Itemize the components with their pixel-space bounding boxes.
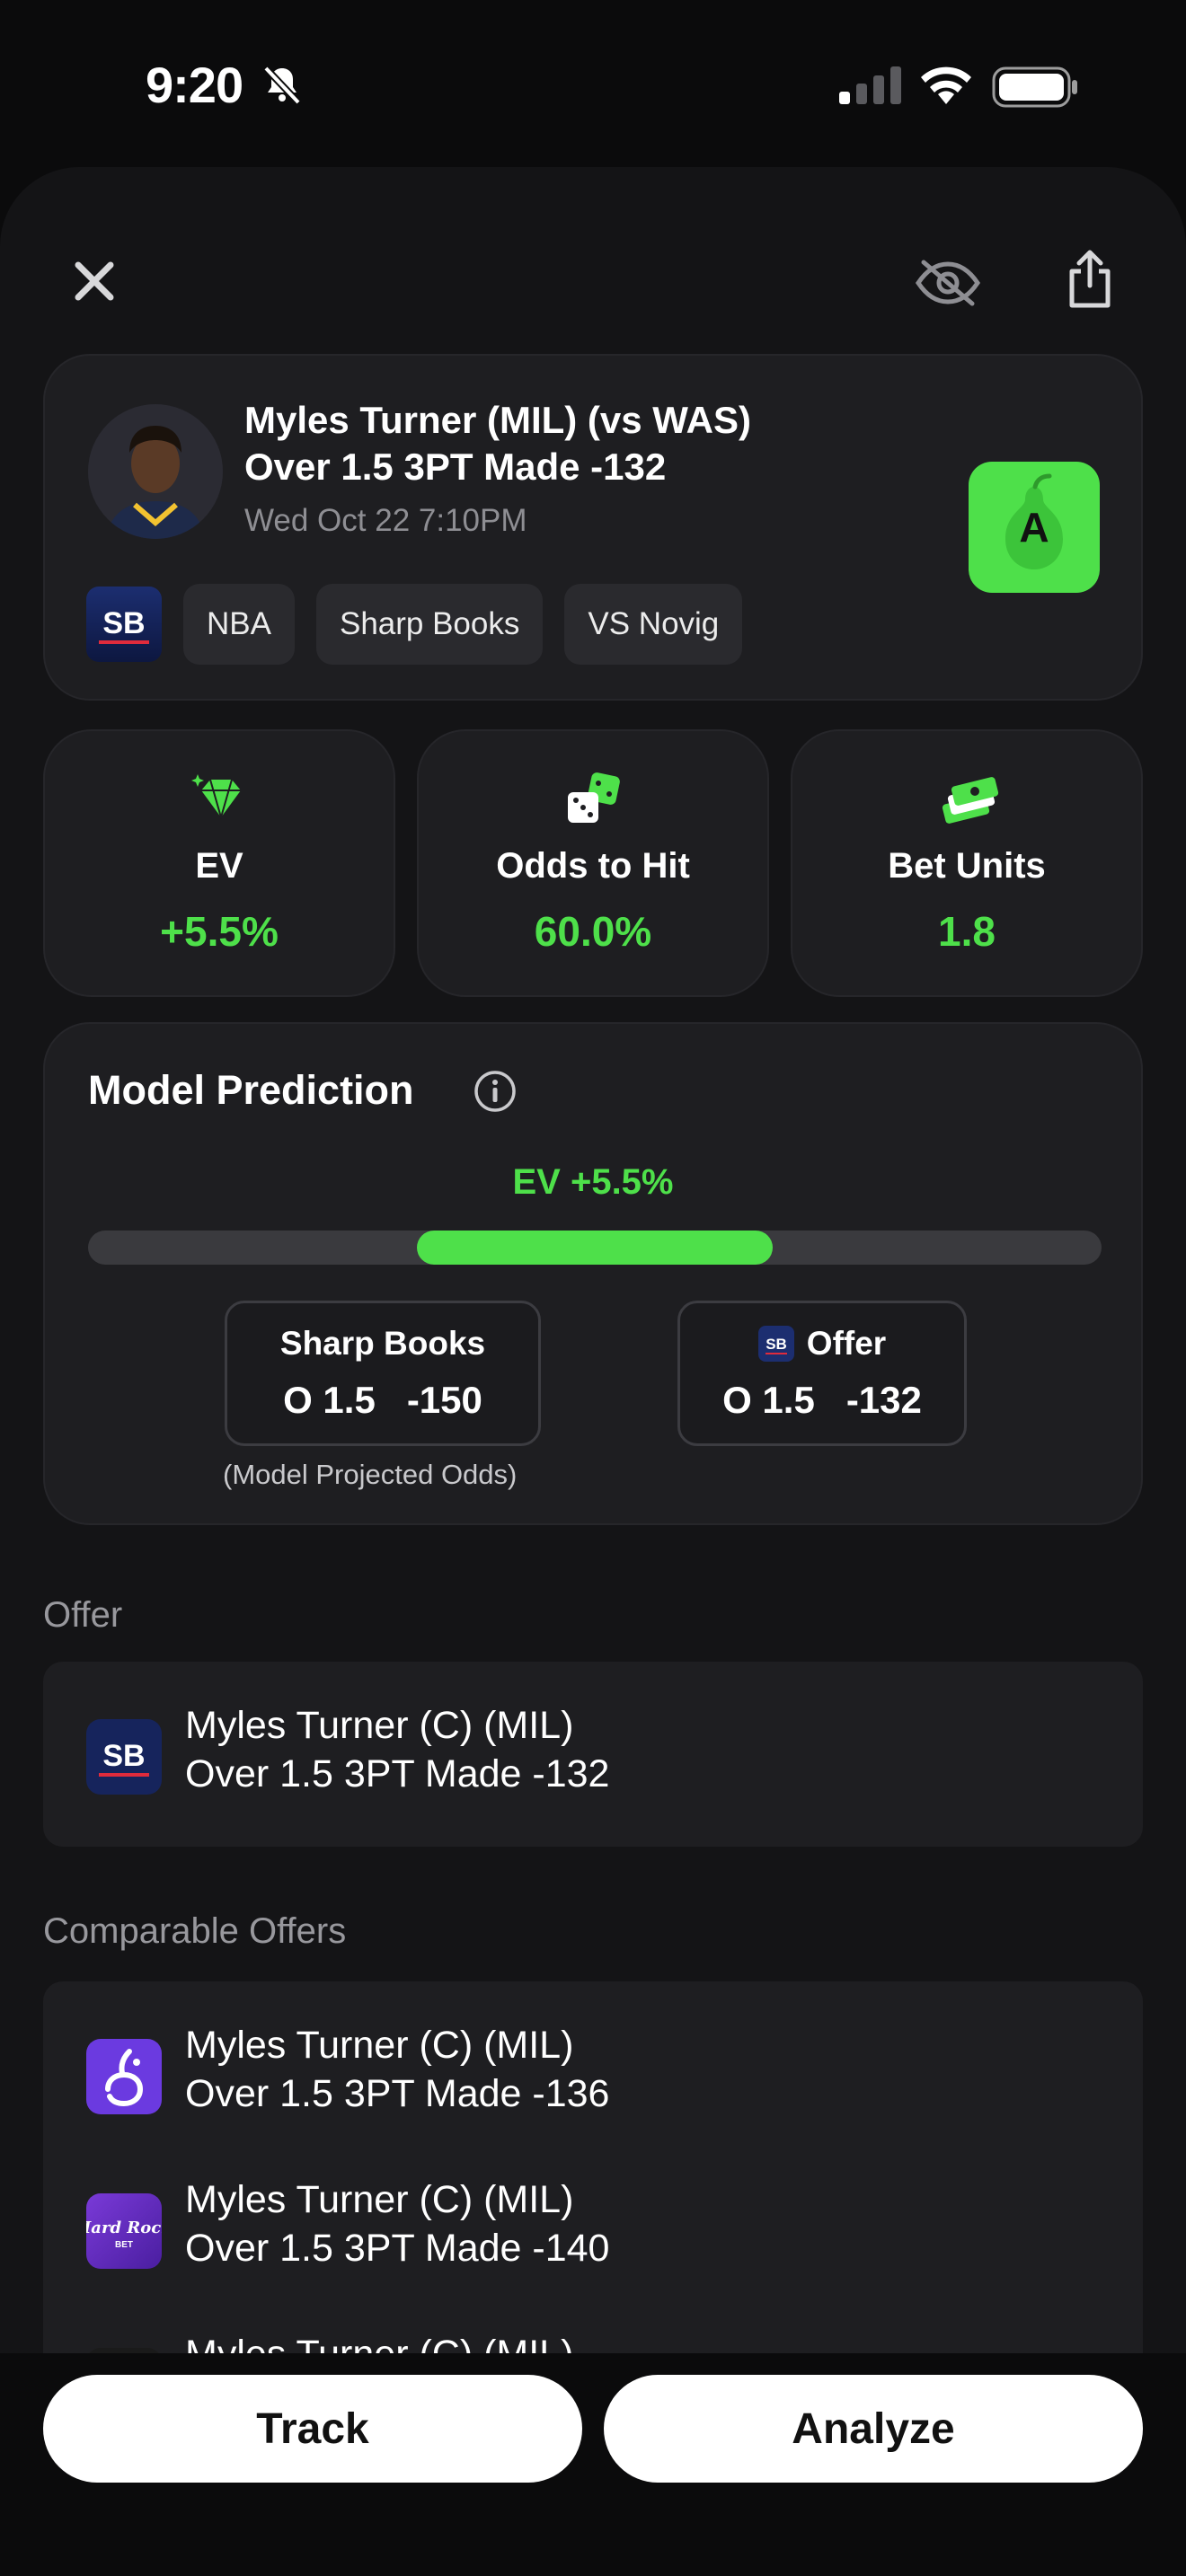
bet-units-value: 1.8: [938, 908, 996, 955]
close-button[interactable]: [61, 248, 128, 314]
offer-label: Offer: [806, 1325, 887, 1362]
hard-rock-bet-icon: Hard Rock BET: [86, 2193, 162, 2269]
offer-market: Over 1.5 3PT Made -132: [185, 1752, 610, 1795]
bet-units-label: Bet Units: [888, 846, 1046, 886]
bet-title: Myles Turner (MIL) (vs WAS) Over 1.5 3PT…: [244, 397, 751, 490]
sharp-books-odds-box: Sharp Books O 1.5 -150: [225, 1301, 541, 1446]
cash-icon: [942, 777, 999, 824]
comparable-offer-row[interactable]: Hard Rock BET Myles Turner (C) (MIL) Ove…: [86, 2175, 1093, 2283]
player-avatar: [88, 404, 223, 539]
svg-text:Hard Rock: Hard Rock: [86, 2219, 162, 2237]
sportsbook-purple-icon: [86, 2039, 162, 2114]
bet-title-line2: Over 1.5 3PT Made -132: [244, 446, 667, 488]
offer-text: Myles Turner (C) (MIL) Over 1.5 3PT Made…: [185, 1701, 609, 1798]
ev-range-bar: [88, 1231, 1102, 1265]
analyze-button[interactable]: Analyze: [604, 2375, 1143, 2483]
track-button[interactable]: Track: [43, 2375, 582, 2483]
odds-to-hit-value: 60.0%: [534, 908, 652, 955]
offer-row[interactable]: SB Myles Turner (C) (MIL) Over 1.5 3PT M…: [86, 1701, 1093, 1809]
bet-title-line1: Myles Turner (MIL) (vs WAS): [244, 399, 751, 441]
bell-muted-icon: [263, 66, 301, 105]
ev-value: +5.5%: [160, 908, 279, 955]
battery-icon: [992, 66, 1077, 108]
ev-range-fill: [417, 1231, 773, 1265]
comparable-offers-header: Comparable Offers: [43, 1911, 347, 1951]
bet-units-card: Bet Units 1.8: [791, 729, 1143, 997]
sharp-books-label: Sharp Books: [279, 1325, 486, 1362]
tag-vs-novig[interactable]: VS Novig: [564, 584, 743, 665]
dice-icon: [568, 772, 620, 823]
sportsbook-sb-icon: SB: [86, 1719, 162, 1795]
ev-label: EV: [195, 846, 243, 886]
model-projected-note: (Model Projected Odds): [223, 1459, 518, 1490]
tag-league[interactable]: NBA: [183, 584, 295, 665]
info-icon[interactable]: [473, 1069, 518, 1114]
model-prediction-card: Model Prediction EV +5.5% Sharp Books O …: [43, 1022, 1143, 1525]
svg-text:SB: SB: [102, 1739, 145, 1773]
comparable-player: Myles Turner (C) (MIL): [185, 2178, 574, 2221]
grade-letter: A: [1019, 504, 1049, 551]
diamond-icon: [191, 774, 241, 821]
comparable-offer-text: Myles Turner (C) (MIL) Over 1.5 3PT Made…: [185, 2175, 609, 2272]
status-bar: 9:20: [0, 0, 1186, 171]
comparable-offer-row[interactable]: Myles Turner (C) (MIL) Over 1.5 3PT Made…: [86, 2021, 1093, 2129]
hide-button[interactable]: [907, 243, 988, 323]
comparable-offer-text: Myles Turner (C) (MIL) Over 1.5 3PT Made…: [185, 2021, 609, 2118]
offer-odds: O 1.5 -132: [722, 1379, 922, 1421]
sharp-books-odds: O 1.5 -150: [283, 1379, 482, 1421]
model-ev-label: EV +5.5%: [512, 1162, 674, 1202]
bet-tags: SB NBA Sharp Books VS Novig: [86, 584, 743, 665]
offer-odds-box: SB Offer O 1.5 -132: [677, 1301, 967, 1446]
wifi-icon: [921, 66, 971, 104]
odds-to-hit-label: Odds to Hit: [496, 846, 690, 886]
status-time: 9:20: [146, 57, 243, 113]
offer-card[interactable]: SB Myles Turner (C) (MIL) Over 1.5 3PT M…: [43, 1662, 1143, 1847]
sportsbook-sb-icon: SB: [757, 1326, 794, 1362]
comparable-market: Over 1.5 3PT Made -140: [185, 2227, 610, 2270]
model-title: Model Prediction: [88, 1067, 414, 1113]
close-icon: [75, 261, 114, 301]
share-icon: [1069, 250, 1111, 308]
svg-text:SB: SB: [766, 1336, 787, 1353]
offer-odds-head: SB Offer: [680, 1325, 964, 1363]
cell-signal-icon: [839, 66, 901, 104]
offer-section-header: Offer: [43, 1595, 123, 1635]
tag-sharp-books[interactable]: Sharp Books: [315, 584, 544, 665]
sportsbook-sb-icon: SB: [86, 587, 162, 662]
offer-player: Myles Turner (C) (MIL): [185, 1704, 574, 1747]
comparable-market: Over 1.5 3PT Made -136: [185, 2072, 610, 2115]
svg-text:BET: BET: [115, 2240, 133, 2250]
svg-text:SB: SB: [102, 606, 145, 640]
eye-slash-icon: [915, 260, 981, 306]
share-button[interactable]: [1049, 239, 1130, 320]
bet-detail-sheet: Myles Turner (MIL) (vs WAS) Over 1.5 3PT…: [0, 167, 1186, 2576]
bet-summary-card: Myles Turner (MIL) (vs WAS) Over 1.5 3PT…: [43, 354, 1143, 701]
bet-date: Wed Oct 22 7:10PM: [244, 503, 527, 538]
grade-badge[interactable]: A: [969, 462, 1100, 593]
odds-to-hit-card: Odds to Hit 60.0%: [417, 729, 769, 997]
comparable-player: Myles Turner (C) (MIL): [185, 2024, 574, 2067]
ev-stat-card: EV +5.5%: [43, 729, 395, 997]
